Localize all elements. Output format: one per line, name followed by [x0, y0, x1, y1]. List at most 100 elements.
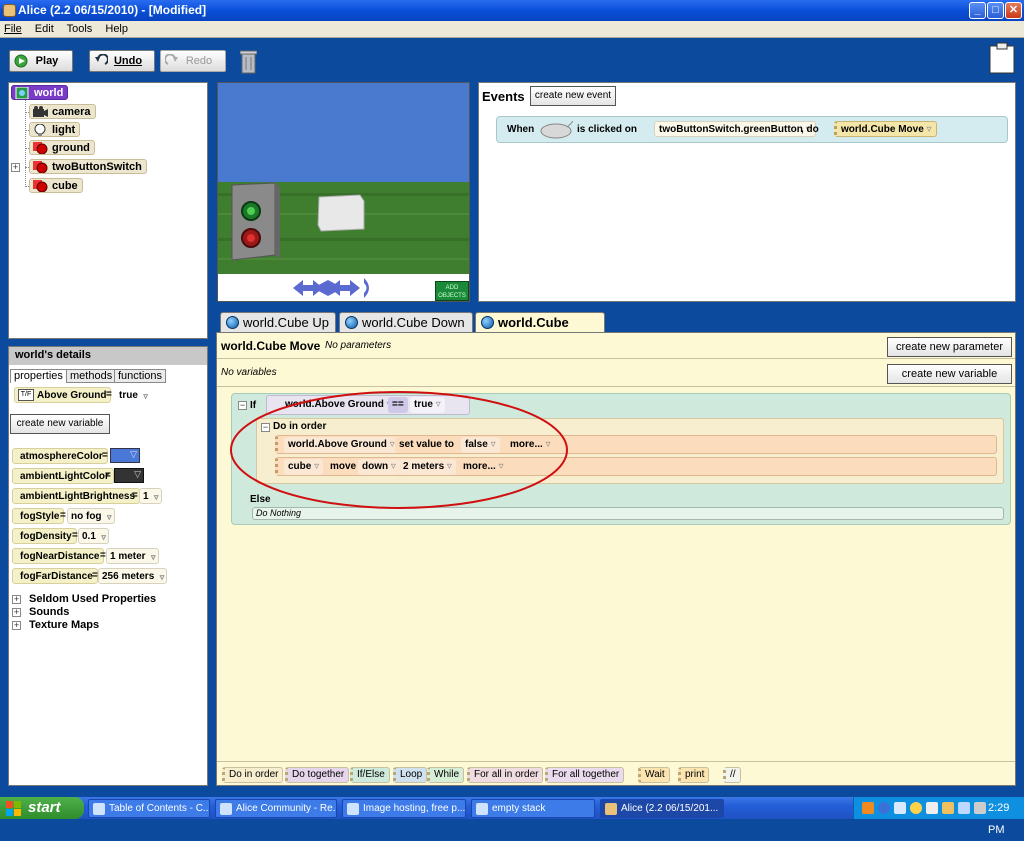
- alice-app-icon: [3, 4, 16, 17]
- window-title: Alice (2.2 06/15/2010) - [Modified]: [18, 3, 207, 17]
- prop-fogdensity[interactable]: fogDensity: [12, 528, 77, 544]
- undo-button[interactable]: Undo: [89, 50, 155, 72]
- clipboard-icon[interactable]: [989, 42, 1015, 74]
- scene-view[interactable]: ADD OBJECTS: [217, 82, 470, 302]
- tray-volume-icon[interactable]: [926, 802, 938, 814]
- maximize-button[interactable]: □: [987, 2, 1004, 19]
- event-target-dropdown[interactable]: twoButtonSwitch.greenButton: [654, 121, 816, 137]
- fogstyle-value-dropdown[interactable]: no fog: [67, 508, 115, 525]
- add-objects-button[interactable]: ADD OBJECTS: [435, 281, 469, 301]
- expand-sounds-icon[interactable]: +: [12, 608, 21, 617]
- tab-cube-down[interactable]: world.Cube Down: [339, 312, 473, 332]
- prop-ambientlightcolor[interactable]: ambientLightColor: [12, 468, 114, 484]
- tile-for-all-in-order[interactable]: For all in order: [467, 767, 544, 783]
- event-clicked-label: is clicked on: [577, 124, 638, 135]
- method-icon: [345, 316, 358, 329]
- tray-usb-icon[interactable]: [974, 802, 986, 814]
- create-new-event-button[interactable]: create new event: [530, 86, 616, 106]
- task-table-of-contents[interactable]: Table of Contents - C...: [88, 799, 210, 818]
- tree-label-world: world: [34, 87, 64, 99]
- tile-for-all-together[interactable]: For all together: [545, 767, 625, 783]
- prop-ambientlightbrightness[interactable]: ambientLightBrightness: [12, 488, 141, 504]
- tab-properties[interactable]: properties: [10, 369, 67, 383]
- task-image-hosting[interactable]: Image hosting, free p...: [342, 799, 466, 818]
- create-new-parameter-button[interactable]: create new parameter: [887, 337, 1012, 357]
- close-button[interactable]: ✕: [1005, 2, 1022, 19]
- prop-fognearDistance[interactable]: fogNearDistance: [12, 548, 105, 564]
- tree-item-ground[interactable]: ground: [29, 140, 95, 155]
- prop-fogstyle[interactable]: fogStyle: [12, 508, 65, 524]
- task-empty-stack[interactable]: empty stack: [471, 799, 595, 818]
- tree-label-light: light: [52, 124, 76, 136]
- redo-button[interactable]: Redo: [160, 50, 226, 72]
- tray-monitor-icon[interactable]: [894, 802, 906, 814]
- create-new-variable-method-button[interactable]: create new variable: [887, 364, 1012, 384]
- tray-display-icon[interactable]: [958, 802, 970, 814]
- fogfar-value-dropdown[interactable]: 256 meters: [98, 568, 168, 585]
- tree-item-cube[interactable]: cube: [29, 178, 83, 193]
- tab-cube-up[interactable]: world.Cube Up: [220, 312, 336, 332]
- prop-equals: =: [132, 490, 138, 501]
- tab-cube-move[interactable]: world.Cube Move: [475, 312, 605, 349]
- tile-do-together[interactable]: Do together: [285, 767, 350, 783]
- tab-functions[interactable]: functions: [114, 369, 167, 383]
- tile-if-else[interactable]: If/Else: [350, 767, 390, 783]
- task-alice[interactable]: Alice (2.2 06/15/201...: [600, 799, 724, 818]
- tile-do-in-order[interactable]: Do in order: [222, 767, 284, 783]
- task-label: Alice (2.2 06/15/201...: [621, 803, 719, 814]
- minimize-button[interactable]: _: [969, 2, 986, 19]
- trash-icon[interactable]: [239, 49, 258, 74]
- menu-help[interactable]: Help: [105, 23, 128, 35]
- divider: [217, 761, 1015, 762]
- tile-loop[interactable]: Loop: [393, 767, 428, 783]
- event-method-dropdown[interactable]: world.Cube Move: [834, 121, 937, 137]
- ambient-color-swatch[interactable]: ▽: [114, 468, 144, 483]
- tray-app-icon[interactable]: [862, 802, 874, 814]
- tree-item-twobuttonswitch[interactable]: twoButtonSwitch: [29, 159, 147, 174]
- details-panel: world's details: [8, 346, 208, 786]
- create-new-variable-button[interactable]: create new variable: [10, 414, 110, 434]
- tray-security-icon[interactable]: [942, 802, 954, 814]
- expand-seldom-icon[interactable]: +: [12, 595, 21, 604]
- menu-edit[interactable]: Edit: [35, 23, 54, 35]
- event-row[interactable]: When is clicked on twoButtonSwitch.green…: [496, 116, 1008, 143]
- group-sounds[interactable]: Sounds: [29, 606, 69, 618]
- tree-label-cube: cube: [52, 180, 78, 192]
- variable-above-ground[interactable]: T/F Above Ground: [14, 387, 112, 403]
- fogdensity-value-dropdown[interactable]: 0.1: [78, 528, 109, 545]
- tree-item-world[interactable]: world: [11, 85, 69, 100]
- tray-network-icon[interactable]: [878, 802, 890, 814]
- start-button[interactable]: start: [0, 797, 84, 819]
- details-title: world's details: [9, 347, 207, 365]
- menu-tools[interactable]: Tools: [67, 23, 93, 35]
- expand-texture-icon[interactable]: +: [12, 621, 21, 630]
- tab-methods[interactable]: methods: [66, 369, 117, 383]
- method-editor: world.Cube Move No parameters create new…: [216, 332, 1016, 786]
- fognear-value-dropdown[interactable]: 1 meter: [106, 548, 159, 565]
- prop-equals: =: [72, 530, 78, 541]
- prop-atmospherecolor[interactable]: atmosphereColor: [12, 448, 108, 464]
- windows-logo-icon: [6, 801, 21, 816]
- system-tray: 2:29 PM: [853, 797, 1024, 836]
- expand-twobuttonswitch-icon[interactable]: +: [11, 163, 20, 172]
- play-button[interactable]: Play: [9, 50, 73, 72]
- clock[interactable]: 2:29 PM: [988, 797, 1024, 841]
- group-texture-maps[interactable]: Texture Maps: [29, 619, 99, 631]
- tile-while[interactable]: While: [427, 767, 465, 783]
- task-label: Alice Community - Re...: [236, 803, 337, 814]
- variable-value-dropdown[interactable]: true: [115, 387, 151, 404]
- variable-name: Above Ground: [37, 390, 107, 401]
- tile-print[interactable]: print: [678, 767, 710, 783]
- brightness-value-dropdown[interactable]: 1: [139, 488, 162, 505]
- tile-comment[interactable]: //: [723, 767, 741, 783]
- task-alice-community[interactable]: Alice Community - Re...: [215, 799, 337, 818]
- atmosphere-color-swatch[interactable]: ▽: [110, 448, 140, 463]
- tray-info-icon[interactable]: [910, 802, 922, 814]
- tile-wait[interactable]: Wait: [638, 767, 670, 783]
- prop-fogfardistance[interactable]: fogFarDistance: [12, 568, 98, 584]
- method-icon: [226, 316, 239, 329]
- group-seldom-used[interactable]: Seldom Used Properties: [29, 593, 156, 605]
- tree-item-light[interactable]: light: [29, 122, 81, 137]
- tree-item-camera[interactable]: camera: [29, 104, 96, 119]
- menu-file[interactable]: File: [4, 23, 22, 35]
